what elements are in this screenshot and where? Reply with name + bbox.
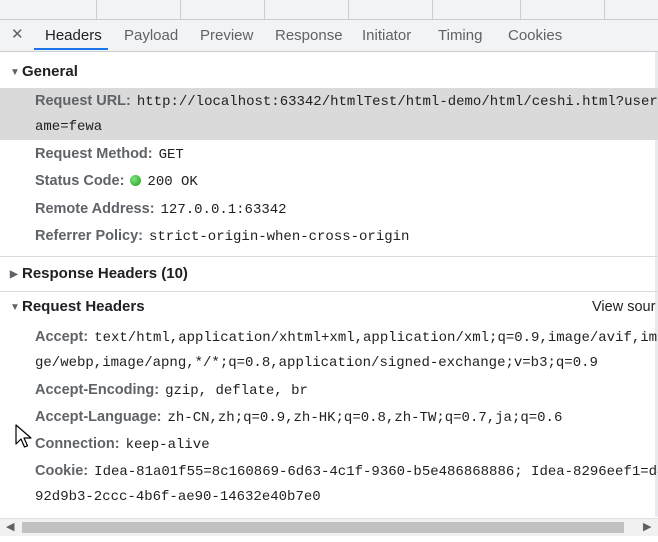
section-title: Request Headers [22, 298, 145, 315]
headers-panel: ▼ General Request URL: http://localhost:63… [0, 52, 658, 518]
column-header-cell[interactable] [264, 0, 349, 19]
header-value: Idea-81a01f55=8c160869-6d63-4c1f-9360-b5… [94, 464, 658, 480]
scroll-right-icon[interactable]: ▶ [643, 520, 651, 533]
header-key: Request URL: [35, 93, 131, 109]
section-title: Response Headers (10) [22, 265, 188, 282]
column-header-cell[interactable] [604, 0, 658, 19]
header-key: Cookie: [35, 463, 89, 479]
header-key: Status Code: [35, 173, 125, 189]
header-key: Connection: [35, 436, 120, 452]
column-header-cell[interactable] [348, 0, 433, 19]
referrer-policy-row: Referrer Policy: strict-origin-when-cross… [35, 228, 409, 245]
accept-language-row: Accept-Language: zh-CN,zh;q=0.9,zh-HK;q=0… [35, 409, 562, 426]
remote-address-row: Remote Address: 127.0.0.1:63342 [35, 201, 287, 218]
header-value: keep-alive [125, 437, 210, 453]
column-header-strip [0, 0, 658, 20]
tab-response[interactable]: Response [275, 27, 343, 44]
mouse-cursor-icon [15, 424, 32, 448]
scroll-left-icon[interactable]: ◀ [6, 520, 14, 533]
detail-tab-bar: ✕ Headers Payload Preview Response Initi… [0, 20, 658, 52]
tab-cookies[interactable]: Cookies [508, 27, 562, 44]
header-value-continued: 92d9b3-2ccc-4b6f-ae90-14632e40b7e0 [35, 489, 321, 505]
header-value: 127.0.0.1:63342 [160, 202, 287, 218]
horizontal-scrollbar[interactable]: ◀ ▶ [0, 518, 658, 536]
section-title: General [22, 63, 78, 80]
tab-timing[interactable]: Timing [438, 27, 482, 44]
column-header-cell[interactable] [432, 0, 521, 19]
tab-payload[interactable]: Payload [124, 27, 178, 44]
tab-preview[interactable]: Preview [200, 27, 253, 44]
tab-headers[interactable]: Headers [45, 27, 102, 44]
request-method-row: Request Method: GET [35, 146, 184, 163]
header-value: gzip, deflate, br [165, 383, 308, 399]
header-value: zh-CN,zh;q=0.9,zh-HK;q=0.8,zh-TW;q=0.7,j… [167, 410, 563, 426]
collapsed-triangle-icon[interactable]: ▶ [10, 269, 22, 280]
connection-row: Connection: keep-alive [35, 436, 210, 453]
header-key: Remote Address: [35, 201, 155, 217]
header-key: Referrer Policy: [35, 228, 143, 244]
close-icon[interactable]: ✕ [11, 25, 24, 43]
header-value-continued: ame=fewa [35, 119, 103, 135]
header-value: text/html,application/xhtml+xml,applicat… [94, 330, 658, 346]
section-request-headers[interactable]: ▼ Request Headers [0, 298, 145, 324]
header-key: Accept-Encoding: [35, 382, 160, 398]
column-header-cell[interactable] [96, 0, 181, 19]
section-general[interactable]: ▼ General [0, 63, 78, 89]
header-key: Request Method: [35, 146, 153, 162]
status-code-row: Status Code: 200 OK [35, 173, 198, 190]
header-value: 200 OK [147, 174, 198, 190]
header-value-continued: ge/webp,image/apng,*/*;q=0.8,application… [35, 355, 598, 371]
scrollbar-thumb[interactable] [22, 522, 624, 533]
cookie-row: Cookie: Idea-81a01f55=8c160869-6d63-4c1f-… [35, 463, 658, 480]
section-response-headers[interactable]: ▶ Response Headers (10) [0, 265, 188, 291]
section-divider [0, 256, 658, 257]
header-value: strict-origin-when-cross-origin [149, 229, 410, 245]
accept-encoding-row: Accept-Encoding: gzip, deflate, br [35, 382, 308, 399]
section-divider [0, 291, 658, 292]
request-url-row: Request URL: http://localhost:63342/htmlT… [35, 93, 658, 110]
active-tab-indicator [34, 48, 108, 50]
status-ok-icon [130, 175, 142, 186]
column-header-cell[interactable] [520, 0, 605, 19]
column-header-cell[interactable] [180, 0, 265, 19]
header-value: GET [158, 147, 184, 163]
expanded-triangle-icon[interactable]: ▼ [10, 67, 22, 78]
header-key: Accept: [35, 329, 89, 345]
accept-row: Accept: text/html,application/xhtml+xml,a… [35, 329, 658, 346]
header-value: http://localhost:63342/htmlTest/html-dem… [136, 94, 658, 110]
expanded-triangle-icon[interactable]: ▼ [10, 302, 22, 313]
header-key: Accept-Language: [35, 409, 162, 425]
tab-initiator[interactable]: Initiator [362, 27, 411, 44]
view-source-link[interactable]: View sour [592, 299, 655, 315]
